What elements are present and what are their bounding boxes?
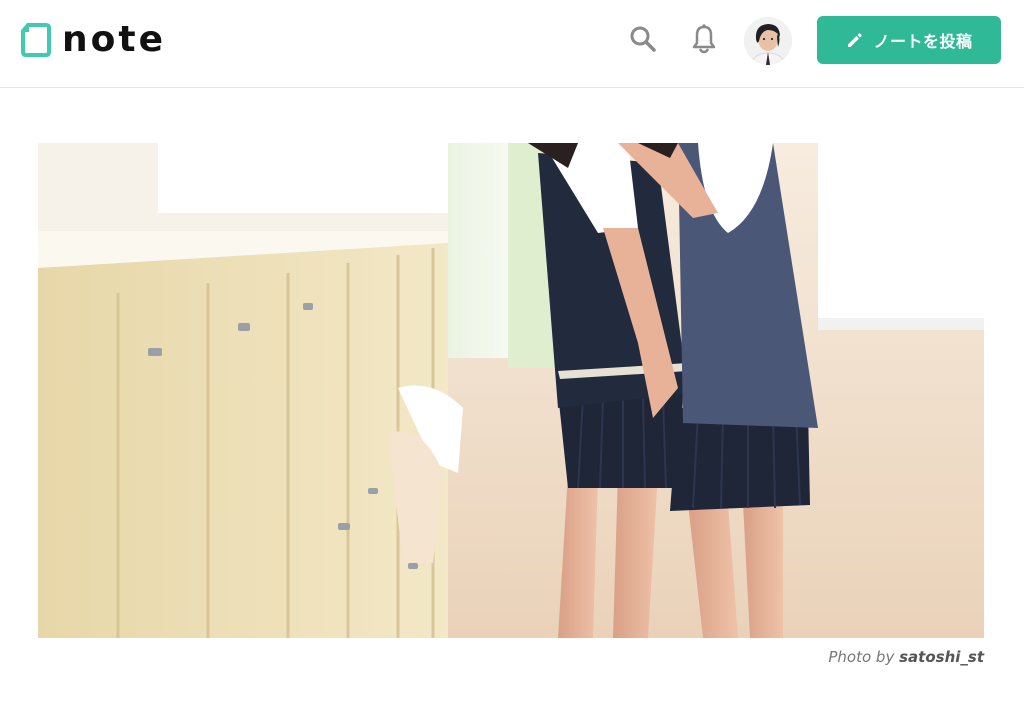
photo-credit: Photo by satoshi_st [828, 648, 984, 666]
search-icon[interactable] [626, 22, 660, 56]
note-logo-icon [21, 23, 51, 57]
logo-text: note [62, 19, 166, 60]
site-header: note ノートを投稿 [0, 0, 1024, 88]
post-note-button[interactable]: ノートを投稿 [817, 16, 1001, 64]
photo-credit-prefix: Photo by [828, 648, 895, 666]
post-note-button-label: ノートを投稿 [873, 32, 973, 51]
photo-credit-author[interactable]: satoshi_st [899, 648, 984, 666]
bell-icon[interactable] [687, 22, 721, 56]
hero-image [38, 143, 984, 638]
note-logo[interactable]: note [20, 20, 166, 60]
user-avatar[interactable] [744, 17, 792, 65]
pencil-icon [848, 33, 863, 47]
